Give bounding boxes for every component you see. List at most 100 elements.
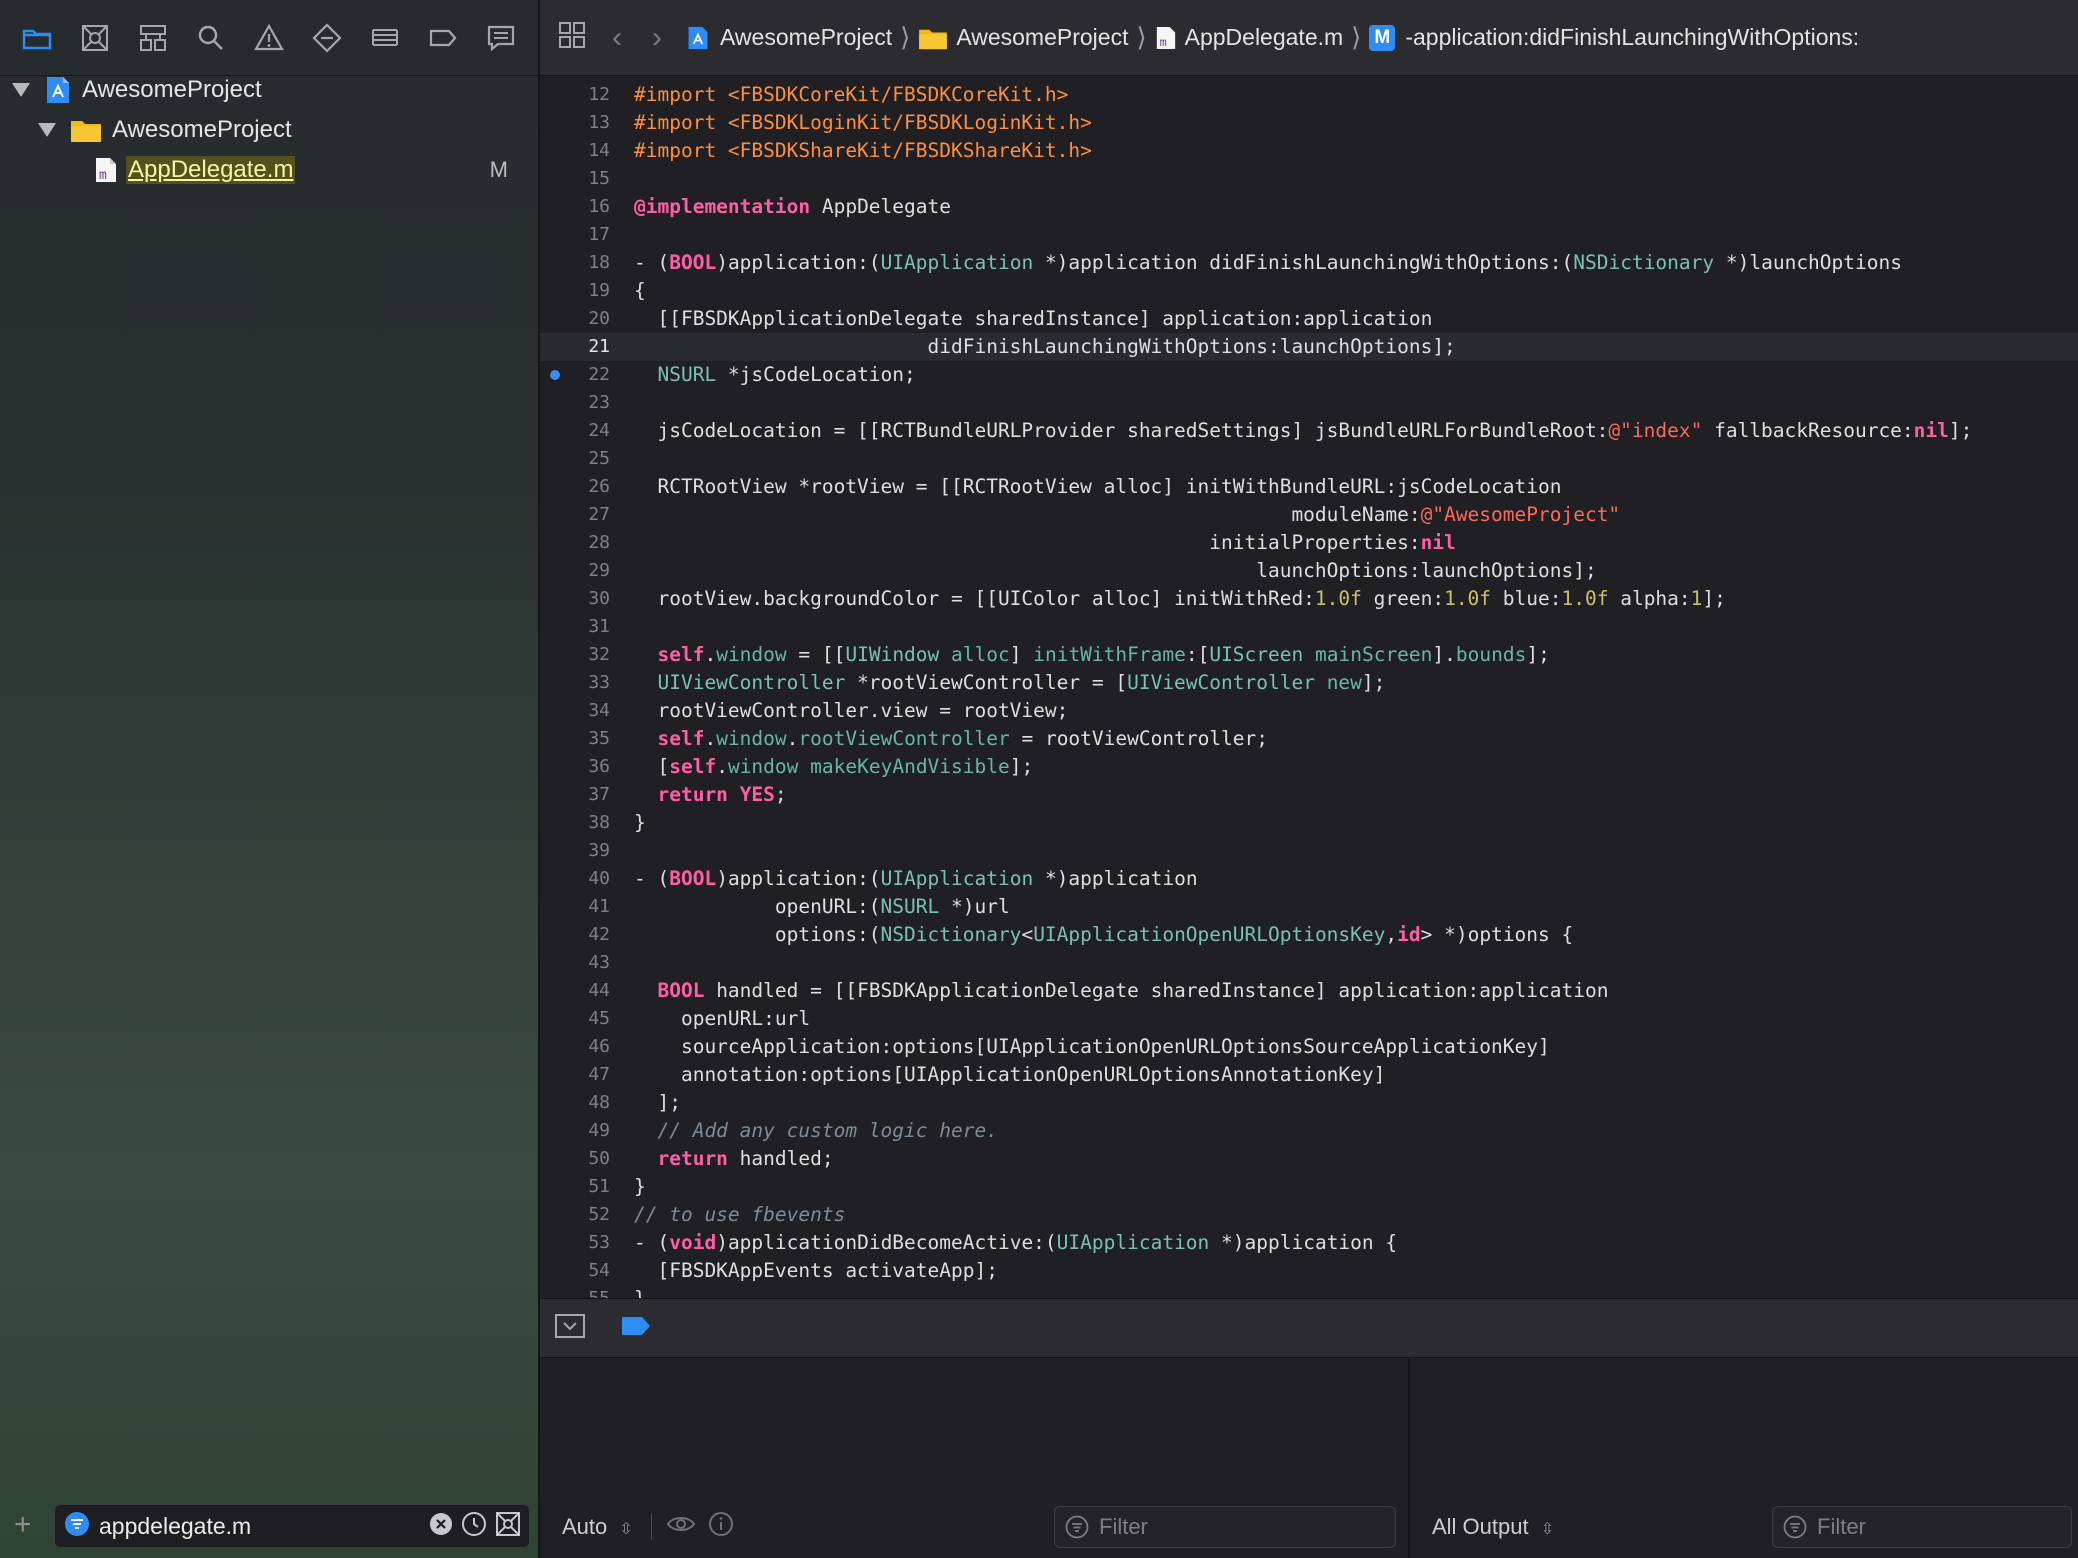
code-text[interactable]: [FBSDKAppEvents activateApp];: [634, 1257, 997, 1285]
code-line[interactable]: 31: [540, 613, 2078, 641]
code-text[interactable]: - (BOOL)application:(UIApplication *)app…: [634, 249, 1902, 277]
code-text[interactable]: return YES;: [634, 781, 786, 809]
line-number[interactable]: 24: [540, 417, 610, 445]
code-text[interactable]: moduleName:@"AwesomeProject": [634, 501, 1620, 529]
code-line[interactable]: 27 moduleName:@"AwesomeProject": [540, 501, 2078, 529]
line-number[interactable]: 55: [540, 1285, 610, 1298]
eye-icon[interactable]: [666, 1513, 696, 1541]
line-number[interactable]: 28: [540, 529, 610, 557]
code-line[interactable]: 50 return handled;: [540, 1145, 2078, 1173]
forward-icon[interactable]: ›: [652, 21, 662, 55]
console-output-popup[interactable]: All Output ⇳: [1432, 1514, 1554, 1540]
line-number[interactable]: 15: [540, 165, 610, 193]
code-line[interactable]: 24 jsCodeLocation = [[RCTBundleURLProvid…: [540, 417, 2078, 445]
code-text[interactable]: - (BOOL)application:(UIApplication *)app…: [634, 865, 1198, 893]
code-text[interactable]: @implementation AppDelegate: [634, 193, 951, 221]
code-line[interactable]: 35 self.window.rootViewController = root…: [540, 725, 2078, 753]
code-line[interactable]: 46 sourceApplication:options[UIApplicati…: [540, 1033, 2078, 1061]
code-line[interactable]: 53 - (void)applicationDidBecomeActive:(UI…: [540, 1229, 2078, 1257]
code-line[interactable]: 33 UIViewController *rootViewController …: [540, 669, 2078, 697]
hide-debug-area-icon[interactable]: [554, 1312, 586, 1345]
source-control-icon[interactable]: [77, 20, 113, 56]
code-line[interactable]: 47 annotation:options[UIApplicationOpenU…: [540, 1061, 2078, 1089]
code-line[interactable]: 41 openURL:(NSURL *)url: [540, 893, 2078, 921]
code-text[interactable]: self.window.rootViewController = rootVie…: [634, 725, 1268, 753]
code-line[interactable]: 12 #import <FBSDKCoreKit/FBSDKCoreKit.h>: [540, 81, 2078, 109]
code-text[interactable]: self.window = [[UIWindow alloc] initWith…: [634, 641, 1549, 669]
code-line[interactable]: 15: [540, 165, 2078, 193]
code-line[interactable]: 19 {: [540, 277, 2078, 305]
line-number[interactable]: 33: [540, 669, 610, 697]
code-text[interactable]: return handled;: [634, 1145, 833, 1173]
code-line[interactable]: 39: [540, 837, 2078, 865]
code-line[interactable]: 23: [540, 389, 2078, 417]
debug-icon[interactable]: [367, 20, 403, 56]
code-line[interactable]: 17: [540, 221, 2078, 249]
line-number[interactable]: 51: [540, 1173, 610, 1201]
code-text[interactable]: initialProperties:nil: [634, 529, 1456, 557]
code-text[interactable]: jsCodeLocation = [[RCTBundleURLProvider …: [634, 417, 1972, 445]
tree-item-file[interactable]: m AppDelegate.m M: [0, 150, 538, 190]
line-number[interactable]: 19: [540, 277, 610, 305]
folder-icon[interactable]: [19, 20, 55, 56]
code-line[interactable]: 44 BOOL handled = [[FBSDKApplicationDele…: [540, 977, 2078, 1005]
clear-icon[interactable]: [429, 1512, 453, 1541]
source-control-filter-icon[interactable]: [495, 1511, 521, 1542]
source-editor[interactable]: 12 #import <FBSDKCoreKit/FBSDKCoreKit.h> 1…: [540, 76, 2078, 1298]
disclosure-triangle-icon[interactable]: [38, 123, 56, 137]
line-number[interactable]: 29: [540, 557, 610, 585]
code-text[interactable]: #import <FBSDKCoreKit/FBSDKCoreKit.h>: [634, 81, 1068, 109]
code-line[interactable]: 52 // to use fbevents: [540, 1201, 2078, 1229]
line-number[interactable]: 31: [540, 613, 610, 641]
code-line[interactable]: 16 @implementation AppDelegate: [540, 193, 2078, 221]
line-number[interactable]: 38: [540, 809, 610, 837]
code-text[interactable]: annotation:options[UIApplicationOpenURLO…: [634, 1061, 1385, 1089]
line-number[interactable]: 49: [540, 1117, 610, 1145]
breakpoint-icon[interactable]: [425, 20, 461, 56]
code-line[interactable]: 30 rootView.backgroundColor = [[UIColor …: [540, 585, 2078, 613]
code-text[interactable]: rootView.backgroundColor = [[UIColor all…: [634, 585, 1725, 613]
code-line[interactable]: 21 didFinishLaunchingWithOptions:launchO…: [540, 333, 2078, 361]
code-text[interactable]: }: [634, 809, 646, 837]
code-text[interactable]: }: [634, 1173, 646, 1201]
add-icon[interactable]: +: [14, 1510, 32, 1540]
code-line[interactable]: 37 return YES;: [540, 781, 2078, 809]
code-line[interactable]: 51}: [540, 1173, 2078, 1201]
code-line[interactable]: 20 [[FBSDKApplicationDelegate sharedInst…: [540, 305, 2078, 333]
report-icon[interactable]: [483, 20, 519, 56]
jumpbar-file[interactable]: m AppDelegate.m: [1155, 24, 1343, 51]
line-number[interactable]: 52: [540, 1201, 610, 1229]
code-line[interactable]: 42 options:(NSDictionary<UIApplicationOp…: [540, 921, 2078, 949]
line-number[interactable]: 23: [540, 389, 610, 417]
code-text[interactable]: rootViewController.view = rootView;: [634, 697, 1068, 725]
code-line[interactable]: 29 launchOptions:launchOptions];: [540, 557, 2078, 585]
line-number[interactable]: 21: [540, 333, 610, 361]
line-number[interactable]: 14: [540, 137, 610, 165]
code-text[interactable]: launchOptions:launchOptions];: [634, 557, 1596, 585]
code-line[interactable]: 22 NSURL *jsCodeLocation;: [540, 361, 2078, 389]
code-line[interactable]: 49 // Add any custom logic here.: [540, 1117, 2078, 1145]
code-text[interactable]: - (void)applicationDidBecomeActive:(UIAp…: [634, 1229, 1397, 1257]
line-number[interactable]: 39: [540, 837, 610, 865]
code-line[interactable]: 18 - (BOOL)application:(UIApplication *)a…: [540, 249, 2078, 277]
code-text[interactable]: didFinishLaunchingWithOptions:launchOpti…: [634, 333, 1455, 361]
back-icon[interactable]: ‹: [612, 21, 622, 55]
line-number[interactable]: 17: [540, 221, 610, 249]
line-number[interactable]: 41: [540, 893, 610, 921]
line-number[interactable]: 20: [540, 305, 610, 333]
tree-item-project[interactable]: AwesomeProject: [0, 70, 538, 110]
line-number[interactable]: 43: [540, 949, 610, 977]
code-text[interactable]: [[FBSDKApplicationDelegate sharedInstanc…: [634, 305, 1432, 333]
code-text[interactable]: {: [634, 277, 646, 305]
line-number[interactable]: 42: [540, 921, 610, 949]
tree-item-folder[interactable]: AwesomeProject: [0, 110, 538, 150]
breakpoints-toggle-icon[interactable]: [620, 1314, 652, 1343]
code-text[interactable]: RCTRootView *rootView = [[RCTRootView al…: [634, 473, 1561, 501]
code-line[interactable]: 25: [540, 445, 2078, 473]
line-number[interactable]: 27: [540, 501, 610, 529]
line-number[interactable]: 16: [540, 193, 610, 221]
symbol-icon[interactable]: [135, 20, 171, 56]
line-number[interactable]: 50: [540, 1145, 610, 1173]
find-icon[interactable]: [193, 20, 229, 56]
line-number[interactable]: 44: [540, 977, 610, 1005]
